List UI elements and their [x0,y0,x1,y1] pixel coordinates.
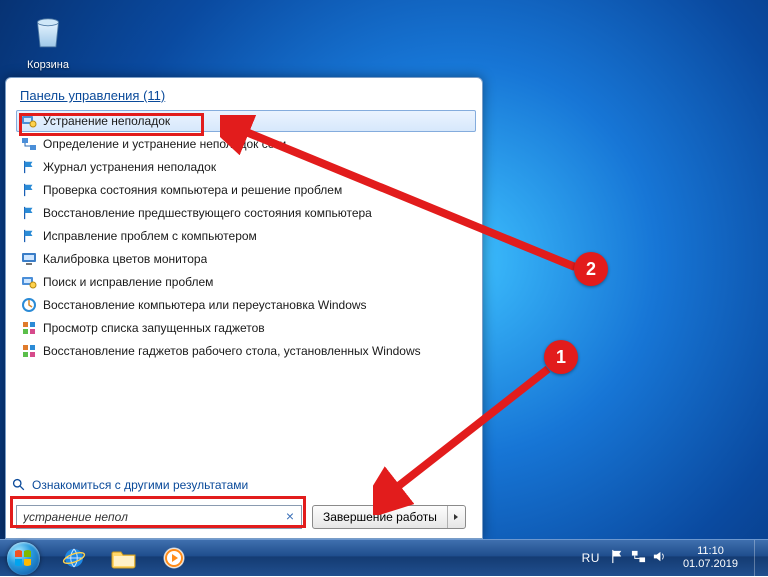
result-item-gadgets-list[interactable]: Просмотр списка запущенных гаджетов [16,317,476,339]
results-count: (11) [143,88,165,103]
ie-icon [62,546,86,570]
results-category-label: Панель управления [20,88,139,103]
tray-volume-icon[interactable] [652,549,667,567]
result-item-troubleshoot-history[interactable]: Журнал устранения неполадок [16,156,476,178]
result-item-label: Журнал устранения неполадок [43,160,216,174]
tray-action-center-icon[interactable] [610,549,625,567]
gadget-icon [21,320,37,336]
result-item-network-troubleshoot[interactable]: Определение и устранение неполадок сети [16,133,476,155]
results-category-header[interactable]: Панель управления (11) [16,86,476,109]
result-item-label: Калибровка цветов монитора [43,252,207,266]
result-item-label: Поиск и исправление проблем [43,275,213,289]
tray-network-icon[interactable] [631,549,646,567]
taskbar-ie[interactable] [50,543,98,573]
search-box: × [16,505,302,529]
taskbar: RU 11:10 01.07.2019 [0,539,768,576]
windows-logo-icon [13,548,33,568]
result-item-label: Исправление проблем с компьютером [43,229,257,243]
monitor-icon [21,251,37,267]
result-item-restore-state[interactable]: Восстановление предшествующего состояния… [16,202,476,224]
flag-icon [21,228,37,244]
network-icon [21,136,37,152]
clock-date: 01.07.2019 [683,558,738,571]
annotation-badge-2: 2 [574,252,608,286]
start-button[interactable] [0,540,46,577]
chevron-right-icon [452,513,460,521]
more-results-label: Ознакомиться с другими результатами [32,478,248,492]
result-item-label: Восстановление гаджетов рабочего стола, … [43,344,421,358]
annotation-badge-1: 1 [544,340,578,374]
taskbar-media-player[interactable] [150,543,198,573]
start-menu: Панель управления (11) Устранение непола… [5,77,483,539]
result-item-label: Восстановление предшествующего состояния… [43,206,372,220]
more-results-link[interactable]: Ознакомиться с другими результатами [6,472,482,498]
result-item-label: Восстановление компьютера или переустано… [43,298,367,312]
result-item-restore-reinstall[interactable]: Восстановление компьютера или переустано… [16,294,476,316]
clock-time: 11:10 [683,545,738,558]
search-icon [12,478,26,492]
flag-icon [21,182,37,198]
flag-icon [21,205,37,221]
result-item-label: Просмотр списка запущенных гаджетов [43,321,265,335]
recycle-bin-label: Корзина [18,59,78,71]
result-item-label: Устранение неполадок [43,114,170,128]
result-item-fix-problems[interactable]: Исправление проблем с компьютером [16,225,476,247]
result-item-restore-gadgets[interactable]: Восстановление гаджетов рабочего стола, … [16,340,476,362]
recycle-bin[interactable]: Корзина [18,10,78,71]
result-item-label: Проверка состояния компьютера и решение … [43,183,342,197]
desktop[interactable]: Корзина Панель управления (11) Устранени… [0,0,768,576]
result-item-color-calibration[interactable]: Калибровка цветов монитора [16,248,476,270]
troubleshoot-icon [21,113,37,129]
recycle-bin-icon [27,10,69,52]
result-item-check-status[interactable]: Проверка состояния компьютера и решение … [16,179,476,201]
tray-clock[interactable]: 11:10 01.07.2019 [677,545,744,570]
result-item-label: Определение и устранение неполадок сети [43,137,286,151]
results-list: Устранение неполадок Определение и устра… [16,110,476,362]
flag-icon [21,159,37,175]
clear-search-button[interactable]: × [282,508,298,524]
media-player-icon [162,546,186,570]
system-tray: RU 11:10 01.07.2019 [582,540,768,577]
taskbar-pinned [46,543,198,573]
gadget-icon [21,343,37,359]
shutdown-button-group: Завершение работы [312,505,466,529]
result-item-troubleshoot[interactable]: Устранение неполадок [16,110,476,132]
folder-icon [111,547,137,569]
search-input[interactable] [16,505,302,529]
show-desktop-button[interactable] [754,540,764,577]
shutdown-options-button[interactable] [447,506,465,528]
result-item-find-fix[interactable]: Поиск и исправление проблем [16,271,476,293]
troubleshoot-icon [21,274,37,290]
restore-icon [21,297,37,313]
start-menu-footer: × Завершение работы [6,498,482,538]
lang-indicator[interactable]: RU [582,551,600,565]
taskbar-explorer[interactable] [100,543,148,573]
shutdown-button[interactable]: Завершение работы [313,506,447,528]
